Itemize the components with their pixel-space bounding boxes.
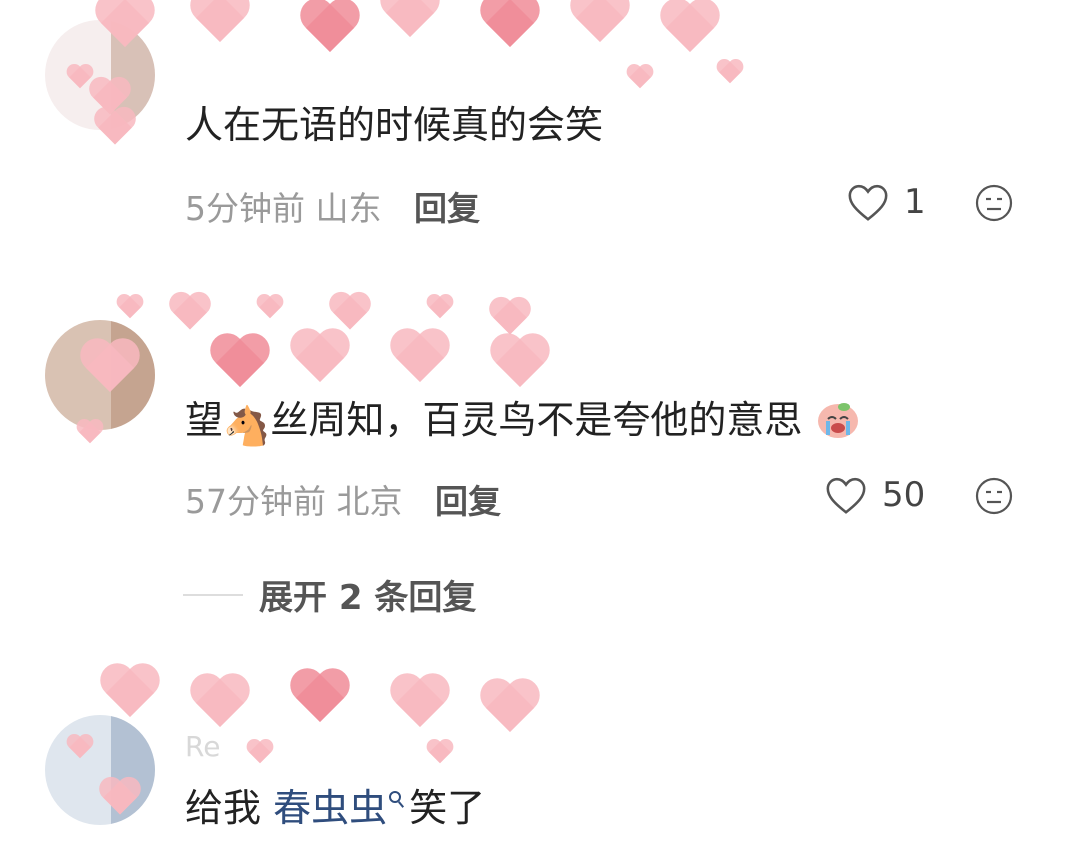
comment-text: 望🐴丝周知，百灵鸟不是夸他的意思 [185, 395, 862, 449]
comment-text-rest: 丝周知，百灵鸟不是夸他的意思 [270, 398, 803, 442]
avatar[interactable] [45, 320, 155, 430]
comment-text: 人在无语的时候真的会笑 [185, 103, 604, 147]
crying-emoji-icon [818, 403, 859, 438]
like-button[interactable]: 1 [846, 182, 926, 222]
expand-replies-button[interactable]: 展开 2 条回复 [183, 570, 476, 619]
comment-item: Re 给我 春虫虫 笑了 [0, 660, 1080, 855]
heart-outline-icon [826, 477, 866, 514]
comment-time: 57分钟前 [185, 482, 326, 521]
dislike-face-icon[interactable] [974, 183, 1014, 223]
comment-item: 人在无语的时候真的会笑 5分钟前 山东 回复 1 [0, 0, 1080, 250]
comment-text-start: 给我 [185, 786, 262, 830]
like-count: 50 [882, 475, 926, 515]
comment-location: 北京 [336, 482, 403, 521]
comment-time: 5分钟前 [185, 189, 305, 228]
comment-text-start: 望 [185, 398, 224, 442]
comment-location: 山东 [315, 189, 382, 228]
divider-line [183, 593, 243, 596]
search-icon [389, 791, 402, 803]
dislike-face-icon[interactable] [974, 476, 1014, 516]
comment-text: 给我 春虫虫 笑了 [185, 785, 485, 831]
comment-username[interactable]: Re [185, 730, 220, 763]
avatar[interactable] [45, 20, 155, 130]
comment-text-rest: 笑了 [409, 786, 486, 830]
reply-button[interactable]: 回复 [414, 189, 480, 228]
avatar[interactable] [45, 715, 155, 825]
heart-outline-icon [848, 184, 888, 221]
reply-button[interactable]: 回复 [435, 482, 501, 521]
expand-replies-label: 展开 2 条回复 [259, 578, 477, 618]
comment-meta: 57分钟前 北京 回复 [185, 475, 501, 523]
comment-meta: 5分钟前 山东 回复 [185, 182, 480, 230]
like-count: 1 [904, 182, 926, 222]
horse-emoji: 🐴 [223, 404, 271, 448]
like-button[interactable]: 50 [824, 475, 925, 515]
search-link[interactable]: 春虫虫 [273, 786, 387, 830]
